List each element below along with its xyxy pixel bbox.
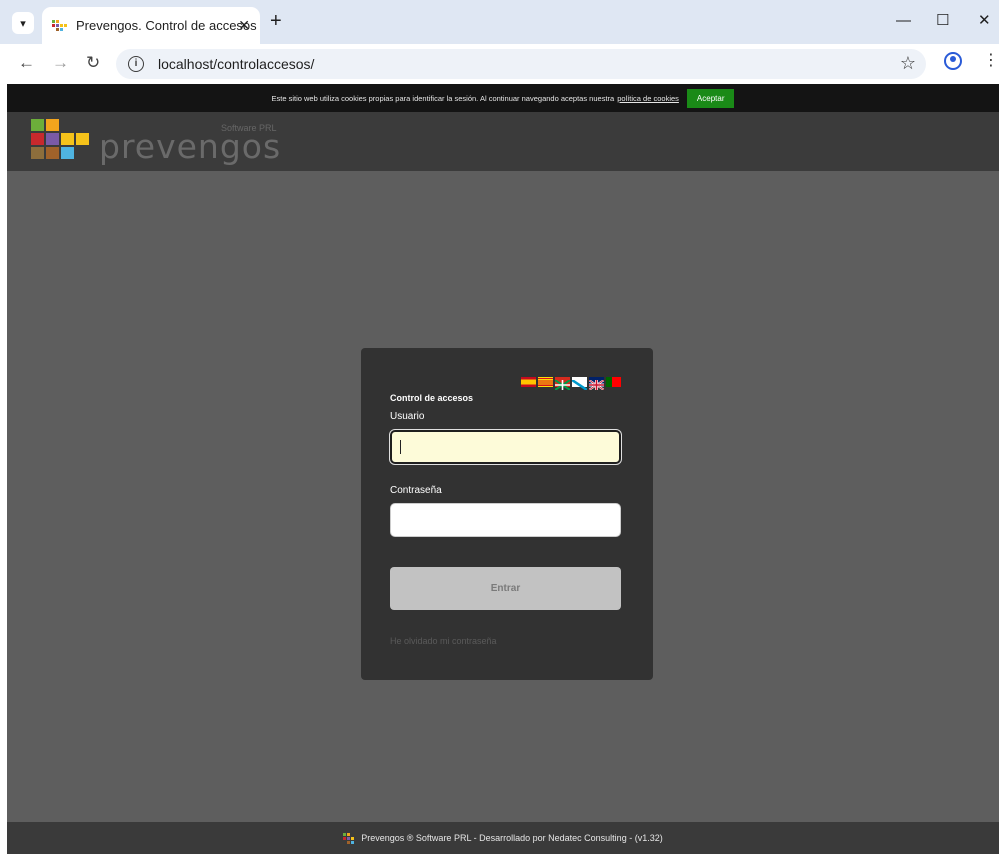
login-panel: Control de accesos Usuario Contraseña En…	[361, 348, 653, 680]
logo-wordmark: prevengos	[99, 127, 282, 166]
prevengos-favicon-icon	[52, 19, 68, 32]
browser-toolbar: ← → ↻ i localhost/controlaccesos/ ☆	[0, 44, 999, 84]
cookie-banner: Este sitio web utiliza cookies propias p…	[7, 84, 999, 112]
cookie-text: Este sitio web utiliza cookies propias p…	[271, 93, 615, 103]
site-header: Software PRL prevengos	[7, 112, 999, 171]
address-bar[interactable]: i localhost/controlaccesos/ ☆	[116, 49, 926, 79]
flag-ca-icon[interactable]	[538, 377, 553, 387]
flag-uk-icon[interactable]	[588, 377, 605, 391]
login-button[interactable]: Entrar	[390, 567, 621, 610]
prevengos-small-logo-icon	[343, 833, 357, 844]
flag-eu-icon[interactable]	[554, 377, 571, 391]
bookmark-star-icon[interactable]: ☆	[900, 53, 916, 74]
accept-cookies-button[interactable]: Aceptar	[686, 88, 735, 108]
flag-pt-icon[interactable]	[606, 377, 621, 387]
url-text[interactable]: localhost/controlaccesos/	[158, 56, 314, 72]
password-label: Contraseña	[390, 485, 442, 496]
flag-gl-icon[interactable]	[571, 377, 588, 392]
new-tab-button[interactable]: +	[270, 11, 282, 31]
tab-search-button[interactable]: ▾	[12, 12, 34, 34]
login-title: Control de accesos	[390, 393, 474, 403]
prevengos-logo: Software PRL prevengos	[31, 119, 311, 167]
text-caret	[400, 440, 401, 454]
cookie-policy-link[interactable]: política de cookies	[617, 94, 679, 103]
minimize-icon[interactable]: —	[896, 12, 911, 30]
close-tab-icon[interactable]: ✕	[238, 17, 250, 33]
browser-tab-bar: ▾ Prevengos. Control de accesos ✕ + — ☐ …	[0, 0, 999, 44]
profile-icon[interactable]	[944, 52, 962, 70]
forgot-password-link[interactable]: He olvidado mi contraseña	[390, 636, 497, 646]
site-info-icon[interactable]: i	[128, 56, 144, 72]
password-input[interactable]	[390, 503, 621, 537]
more-menu-icon[interactable]: ⋮	[983, 51, 999, 71]
window-close-icon[interactable]: ✕	[978, 12, 991, 30]
tab-title: Prevengos. Control de accesos	[76, 18, 257, 33]
back-arrow-icon[interactable]: ←	[18, 53, 35, 73]
site-footer: Prevengos ® Software PRL - Desarrollado …	[7, 822, 999, 854]
user-label: Usuario	[390, 411, 425, 422]
user-input[interactable]	[390, 430, 621, 464]
flag-es-icon[interactable]	[521, 377, 536, 387]
browser-tab[interactable]: Prevengos. Control de accesos ✕	[42, 7, 260, 44]
chevron-down-icon: ▾	[20, 17, 26, 30]
footer-text: Prevengos ® Software PRL - Desarrollado …	[361, 833, 663, 843]
reload-icon[interactable]: ↻	[86, 53, 100, 73]
maximize-icon[interactable]: ☐	[936, 12, 949, 30]
forward-arrow-icon[interactable]: →	[52, 53, 69, 73]
page-viewport: Este sitio web utiliza cookies propias p…	[7, 84, 999, 854]
